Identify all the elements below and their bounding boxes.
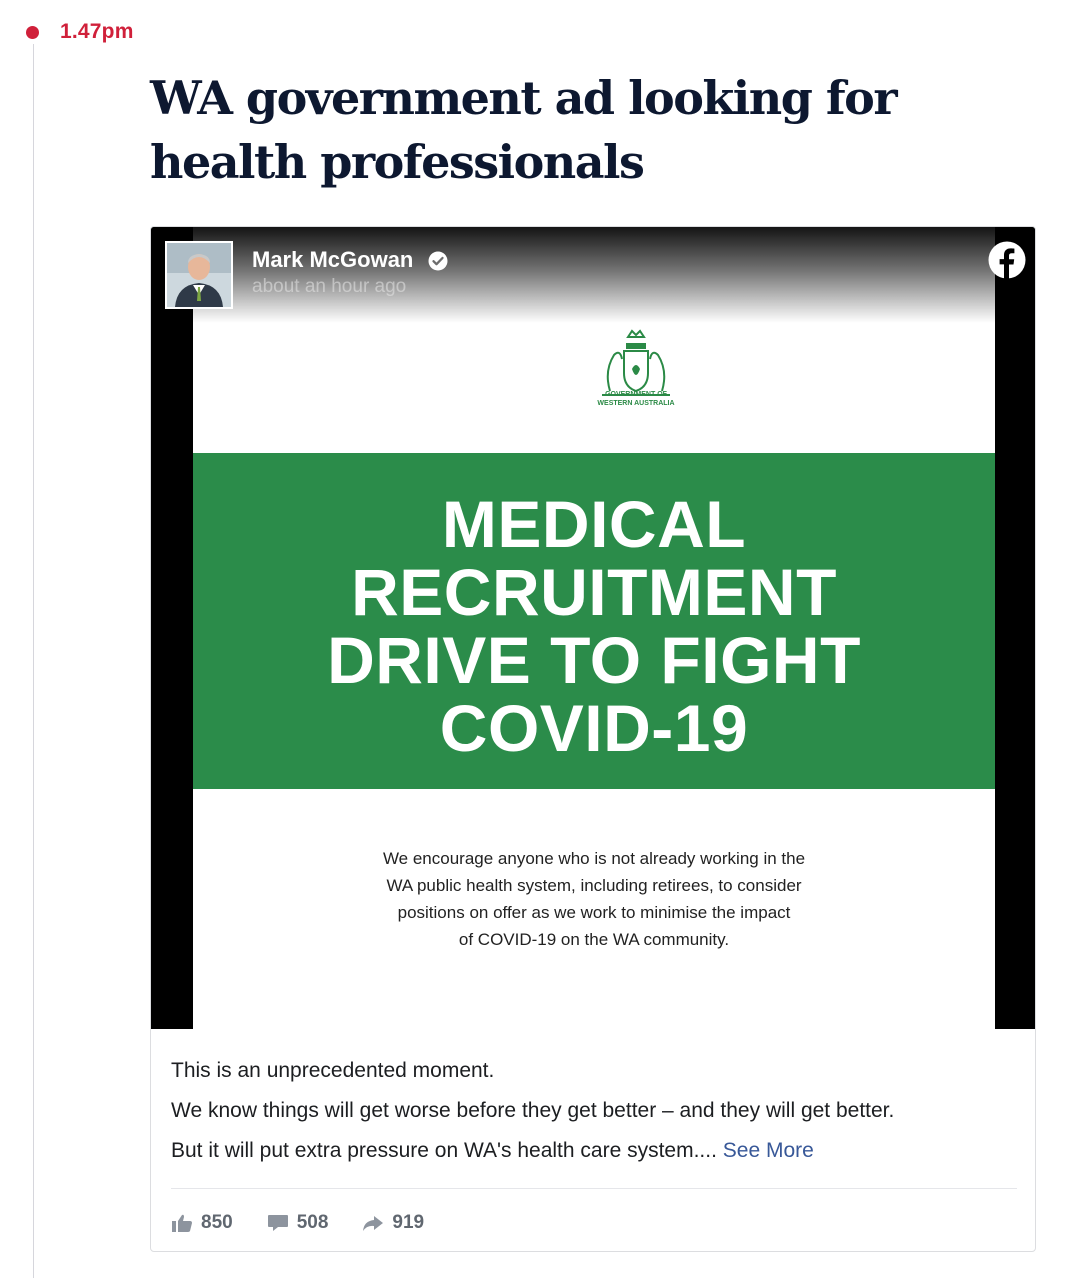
like-count: 850 <box>201 1212 233 1233</box>
divider <box>171 1188 1017 1189</box>
avatar[interactable] <box>165 241 233 309</box>
crest-caption-line: WESTERN AUSTRALIA <box>597 400 675 407</box>
timeline-dot <box>26 26 39 39</box>
banner-line: MEDICAL <box>441 487 747 561</box>
poster-body-line: We encourage anyone who is not already w… <box>382 849 806 868</box>
avatar-portrait-icon <box>167 243 231 307</box>
page-title: WA government ad looking for health prof… <box>150 71 898 189</box>
poster-body-line: of COVID-19 on the WA community. <box>458 930 730 949</box>
verified-badge-icon <box>428 251 448 271</box>
like-stat[interactable]: 850 <box>171 1212 233 1234</box>
comment-icon <box>267 1215 288 1231</box>
poster-body-line: WA public health system, including retir… <box>386 876 802 895</box>
thumbs-up-icon <box>172 1214 192 1232</box>
banner-line: COVID-19 <box>439 691 749 765</box>
timeline-line <box>33 44 34 1278</box>
crest-caption-line: GOVERNMENT OF <box>605 391 667 398</box>
facebook-icon[interactable] <box>988 241 1026 279</box>
banner-heading: MEDICAL RECRUITMENT DRIVE TO FIGHT COVID… <box>193 490 995 762</box>
share-count: 919 <box>392 1212 425 1233</box>
author-name[interactable]: Mark McGowan <box>252 247 413 273</box>
banner-line: RECRUITMENT <box>351 555 837 629</box>
facebook-post-embed: GOVERNMENT OF WESTERN AUSTRALIA MEDICAL … <box>150 226 1036 1252</box>
timestamp: 1.47pm <box>60 20 134 43</box>
post-caption: This is an unprecedented moment. We know… <box>171 1057 1021 1177</box>
comment-stat[interactable]: 508 <box>267 1212 329 1234</box>
post-media[interactable]: GOVERNMENT OF WESTERN AUSTRALIA MEDICAL … <box>151 227 1035 1029</box>
share-stat[interactable]: 919 <box>362 1212 424 1234</box>
caption-line-text: But it will put extra pressure on WA's h… <box>171 1139 717 1162</box>
caption-line-last: But it will put extra pressure on WA's h… <box>171 1137 1021 1164</box>
post-time[interactable]: about an hour ago <box>252 276 406 298</box>
share-arrow-icon <box>363 1216 384 1231</box>
see-more-link[interactable]: See More <box>723 1139 814 1162</box>
ad-poster: GOVERNMENT OF WESTERN AUSTRALIA MEDICAL … <box>193 227 995 1029</box>
caption-line: This is an unprecedented moment. <box>171 1059 495 1082</box>
crest-caption: GOVERNMENT OF WESTERN AUSTRALIA <box>543 390 729 408</box>
post-stats: 850 508 919 <box>171 1210 458 1236</box>
post-header-overlay <box>151 227 1035 323</box>
poster-body-text: We encourage anyone who is not already w… <box>353 845 835 953</box>
comment-count: 508 <box>296 1212 329 1233</box>
poster-body-line: positions on offer as we work to minimis… <box>397 903 791 922</box>
banner-line: DRIVE TO FIGHT <box>327 623 861 697</box>
caption-line: We know things will get worse before the… <box>171 1099 895 1122</box>
